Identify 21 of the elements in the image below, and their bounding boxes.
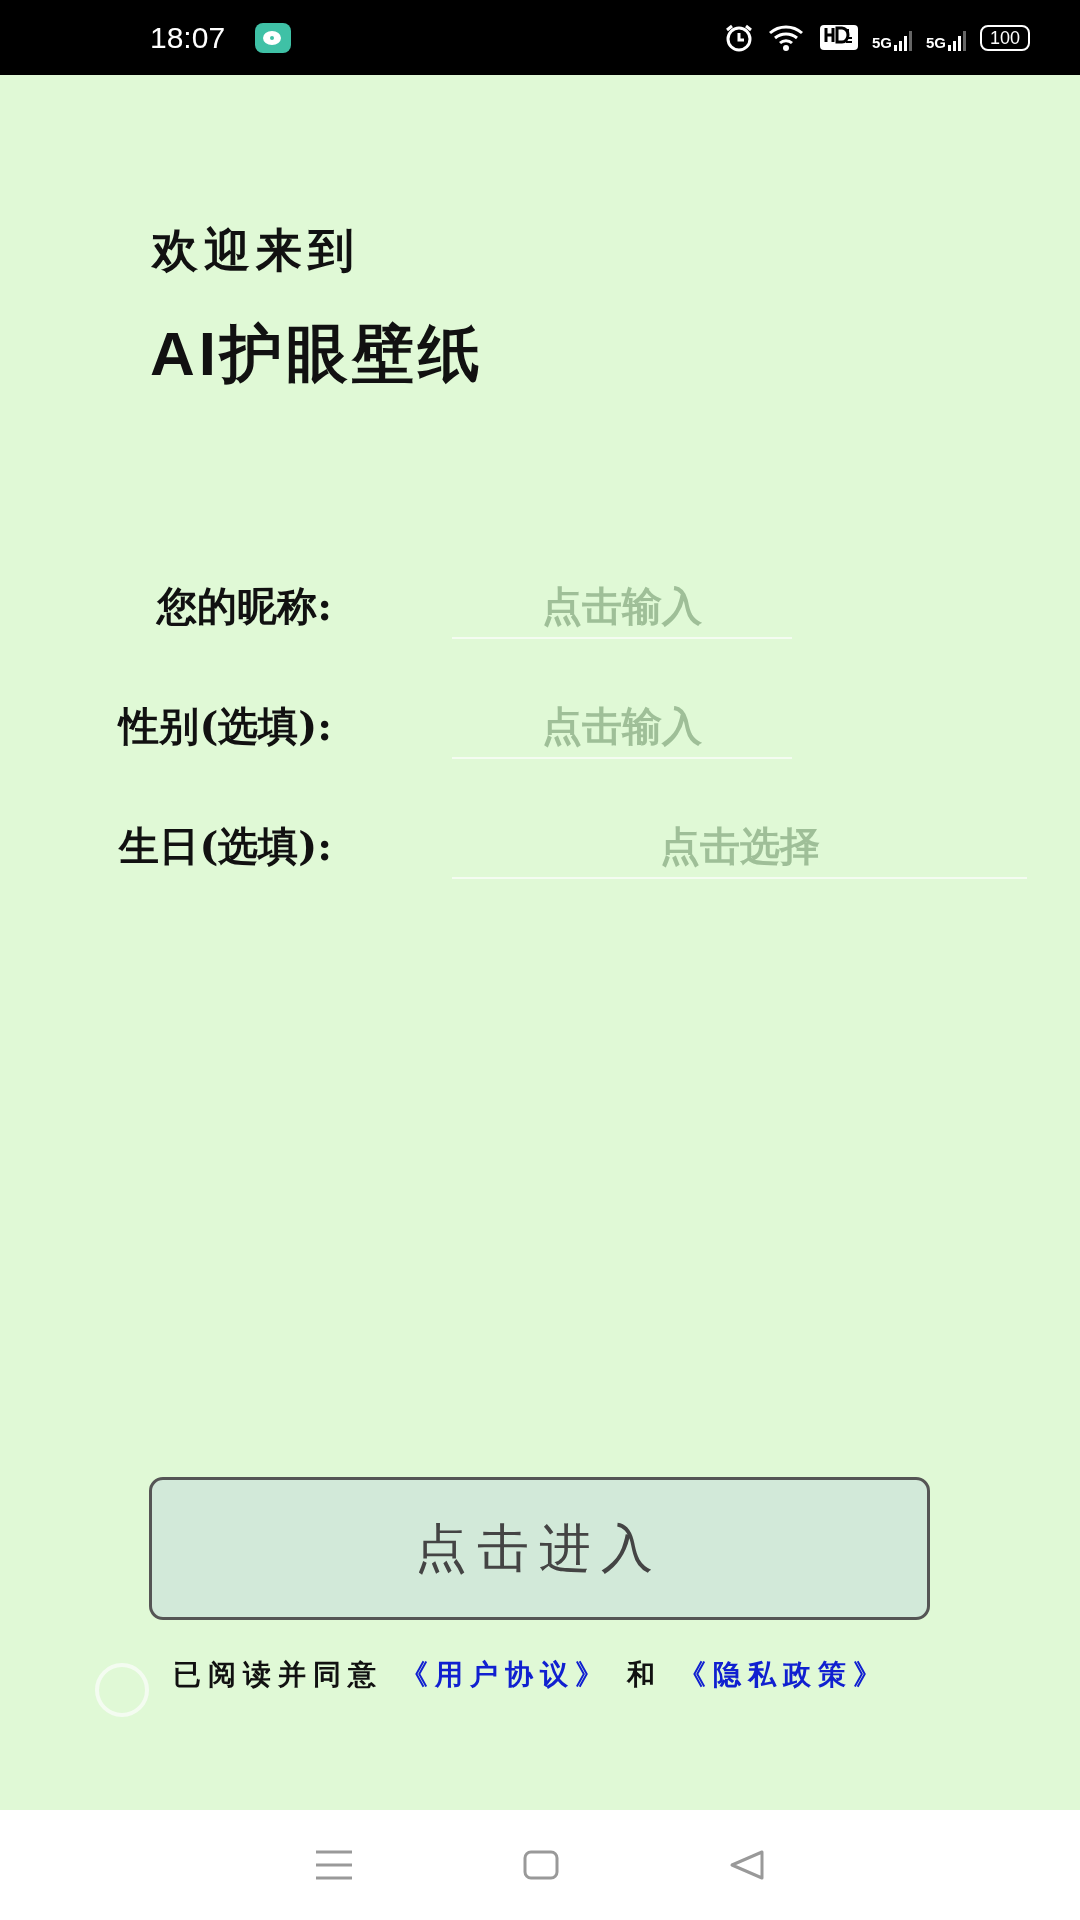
user-agreement-link[interactable]: 《用户协议》: [399, 1658, 610, 1691]
hd-voice-icon: [819, 25, 858, 50]
field-label: 性别(选填):: [116, 700, 332, 751]
menu-icon[interactable]: [315, 1850, 353, 1880]
welcome-text: 欢迎来到: [152, 222, 361, 279]
home-icon[interactable]: [523, 1850, 559, 1880]
agree-checkbox[interactable]: [95, 1663, 149, 1717]
date-picker-field[interactable]: 点击选择: [452, 813, 1027, 879]
agreement-text: 已阅读并同意 《用户协议》 和 《隐私政策》: [173, 1657, 889, 1693]
input-field[interactable]: 点击输入: [452, 693, 792, 759]
field-label: 您的昵称:: [155, 580, 332, 631]
field-label: 生日(选填):: [117, 820, 332, 871]
app-notification-icon: [255, 22, 292, 53]
battery-level: 100: [979, 24, 1030, 51]
app-title: AI护眼壁纸: [150, 318, 485, 390]
back-icon[interactable]: [729, 1850, 765, 1880]
privacy-policy-link[interactable]: 《隐私政策》: [678, 1658, 889, 1691]
status-time: 18:07: [150, 20, 226, 55]
enter-button[interactable]: 点击进入: [148, 1477, 930, 1620]
input-field[interactable]: 点击输入: [452, 573, 792, 639]
alarm-icon: [723, 23, 754, 52]
